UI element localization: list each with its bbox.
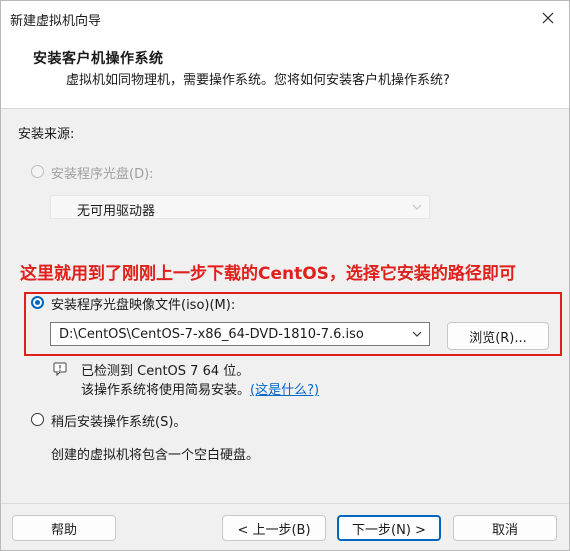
easy-install-text: 该操作系统将使用简易安装。 [81,383,251,398]
iso-path-value: D:\CentOS\CentOS-7-x86_64-DVD-1810-7.6.i… [59,327,364,342]
radio-install-iso[interactable] [31,296,44,309]
easy-install-note: 该操作系统将使用简易安装。(这是什么?) [81,379,319,398]
install-later-description: 创建的虚拟机将包含一个空白硬盘。 [51,448,260,463]
chevron-down-icon [412,331,422,337]
help-button[interactable]: 帮助 [12,515,116,541]
back-button[interactable]: < 上一步(B) [222,515,326,541]
drive-select[interactable]: 无可用驱动器 [50,195,430,219]
new-vm-wizard-window: 新建虚拟机向导 安装客户机操作系统 虚拟机如同物理机，需要操作系统。您将如何安装… [0,0,570,551]
close-button[interactable] [533,3,563,33]
whats-this-link[interactable]: (这是什么?) [250,383,319,398]
footer-divider [1,503,569,504]
install-iso-label: 安装程序光盘映像文件(iso)(M): [51,298,236,313]
title-bar: 新建虚拟机向导 [1,1,569,35]
radio-install-later[interactable] [31,413,44,426]
radio-install-disc[interactable] [31,165,44,178]
install-disc-label: 安装程序光盘(D): [51,167,154,182]
iso-path-select[interactable]: D:\CentOS\CentOS-7-x86_64-DVD-1810-7.6.i… [50,322,430,346]
annotation-text: 这里就用到了刚刚上一步下载的CentOS，选择它安装的路径即可 [20,264,516,284]
install-later-label: 稍后安装操作系统(S)。 [51,415,187,430]
chevron-down-icon [412,204,422,210]
page-title: 安装客户机操作系统 [33,51,164,67]
wizard-header: 安装客户机操作系统 虚拟机如同物理机，需要操作系统。您将如何安装客户机操作系统? [1,35,569,109]
drive-select-value: 无可用驱动器 [77,204,156,219]
info-icon [53,362,67,376]
browse-button[interactable]: 浏览(R)... [447,322,549,350]
install-source-label: 安装来源: [18,127,75,142]
window-title: 新建虚拟机向导 [10,14,102,29]
close-icon [542,12,554,24]
detection-result: 已检测到 CentOS 7 64 位。 [81,364,250,379]
page-subtitle: 虚拟机如同物理机，需要操作系统。您将如何安装客户机操作系统? [66,73,450,88]
cancel-button[interactable]: 取消 [453,515,557,541]
next-button[interactable]: 下一步(N) > [337,515,441,541]
